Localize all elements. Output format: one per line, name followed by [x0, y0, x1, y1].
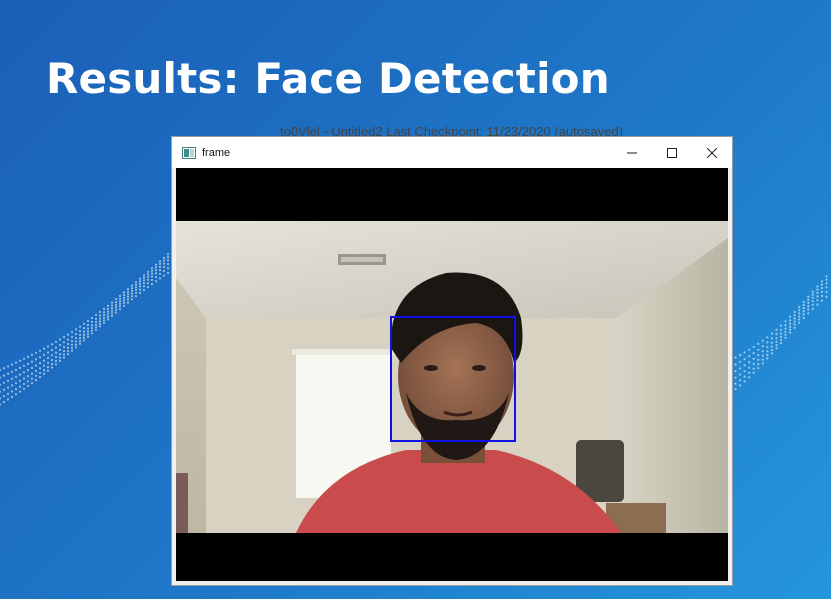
maximize-icon	[667, 147, 677, 158]
webcam-image	[176, 168, 728, 581]
close-icon	[707, 147, 717, 158]
decorative-dot-wave-left	[0, 246, 178, 406]
webcam-frame	[176, 168, 728, 581]
slide-title: Results: Face Detection	[46, 54, 610, 103]
minimize-icon	[627, 152, 637, 153]
decorative-dot-wave-right	[731, 275, 828, 390]
frame-window[interactable]: frame	[171, 136, 733, 586]
window-title: frame	[202, 146, 231, 159]
minimize-button[interactable]	[612, 137, 652, 168]
close-button[interactable]	[692, 137, 732, 168]
window-titlebar[interactable]: frame	[172, 137, 732, 168]
opencv-window-icon	[182, 146, 196, 159]
maximize-button[interactable]	[652, 137, 692, 168]
room-scene	[176, 221, 728, 533]
